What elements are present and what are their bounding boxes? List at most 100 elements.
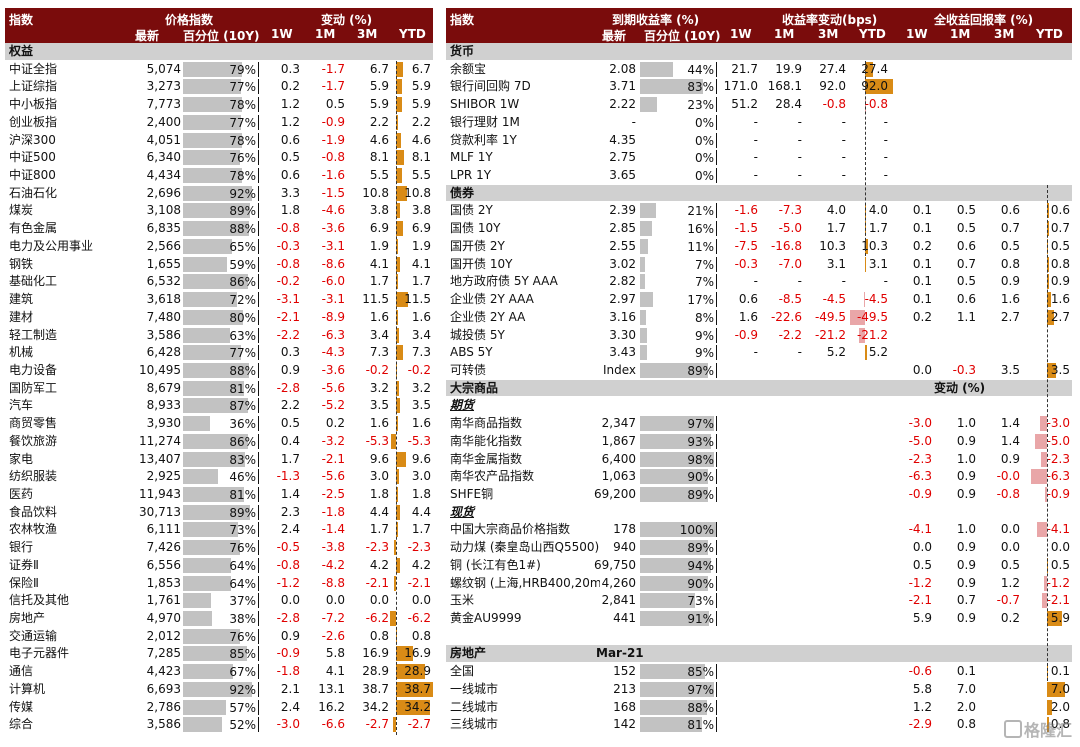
percentile-fill — [640, 274, 646, 290]
percentile-fill — [640, 345, 647, 361]
return-1m: 0.6 — [956, 292, 976, 307]
return-1w: -2.1 — [908, 593, 932, 608]
index-name: 国债 10Y — [450, 221, 501, 236]
index-name: 有色金属 — [9, 221, 58, 236]
yield-change-1m: -22.6 — [770, 309, 802, 324]
index-name: 国开债 2Y — [450, 238, 505, 253]
change-ytd: 3.5 — [411, 398, 431, 413]
change-1m: -7.2 — [321, 611, 345, 625]
index-name: 建筑 — [9, 292, 34, 307]
percentile-fill — [640, 61, 674, 77]
percentile-value: 87% — [229, 399, 256, 414]
percentile-value: 92% — [229, 682, 256, 697]
latest-value: 6,340 — [146, 150, 181, 165]
section-row: 房地产 Mar-21 — [446, 645, 1072, 664]
index-name: 上证综指 — [9, 79, 58, 94]
change-3m: 6.9 — [369, 221, 389, 236]
rates-row: 黄金AU9999 441 91% 5.9 0.9 0.2 5.9 — [446, 610, 1072, 628]
percentile-value: 94% — [687, 558, 714, 573]
yield-change-1w: 21.7 — [731, 61, 758, 76]
equity-row: 保险Ⅱ 1,853 64% -1.2 -8.8 -2.1 -2.1 — [5, 575, 433, 593]
equity-rows: 中证全指 5,074 79% 0.3 -1.7 6.7 6.7 上证综指 3,273 77% 0.2… — [5, 61, 433, 735]
index-name: 汽车 — [9, 398, 34, 413]
latest-value: 4,434 — [146, 168, 181, 183]
index-name: 动力煤 (秦皇岛山西Q5500) — [450, 540, 600, 555]
change-3m: 7.3 — [369, 345, 389, 360]
percentile-value: 83% — [687, 80, 714, 95]
return-1w: -6.3 — [908, 469, 932, 484]
index-name: 国开债 10Y — [450, 256, 513, 271]
rates-row: SHFE铜 69,200 89% -0.9 0.9 -0.8 -0.9 — [446, 486, 1072, 504]
yield-change-ytd: -49.5 — [856, 309, 888, 324]
percentile-value: 79% — [229, 62, 256, 77]
index-name: 银行 — [9, 540, 34, 555]
index-name: 房地产 — [9, 611, 46, 625]
percentile-bar: 36% — [183, 416, 259, 432]
percentile-value: 0% — [694, 133, 714, 148]
yield-change-1w: -1.6 — [734, 203, 758, 218]
section-label: 大宗商品 — [450, 380, 499, 395]
return-1m: 0.8 — [956, 717, 976, 732]
change-1m: -6.0 — [321, 274, 345, 289]
section-equity: 权益 — [5, 43, 433, 61]
index-name: 南华能化指数 — [450, 433, 523, 448]
rates-row: 贷款利率 1Y 4.35 0% - - - - — [446, 132, 1072, 150]
percentile-bar: 85% — [640, 664, 717, 680]
return-3m: 1.4 — [1000, 416, 1020, 431]
change-3m: 6.7 — [369, 61, 389, 76]
change-ytd: 28.9 — [404, 664, 431, 679]
latest-value: 8,933 — [146, 398, 181, 413]
index-name: 地方政府债 5Y AAA — [450, 274, 558, 289]
sub2-ytd-label: YTD — [1036, 27, 1063, 41]
yield-change-1m: -7.0 — [778, 256, 802, 271]
change-ytd: 1.6 — [411, 309, 431, 324]
return-ytd: -0.9 — [1046, 486, 1070, 501]
index-name: 轻工制造 — [9, 327, 58, 342]
return-1m: 0.1 — [956, 664, 976, 679]
return-1m: 0.5 — [956, 221, 976, 236]
change-1w: -3.1 — [276, 292, 300, 307]
percentile-value: 76% — [229, 151, 256, 166]
latest-value: 4,970 — [146, 611, 181, 625]
change-3m: 3.0 — [369, 469, 389, 484]
change-ytd: 5.5 — [411, 168, 431, 183]
return-3m: 1.2 — [1000, 575, 1020, 590]
percentile-fill — [640, 256, 646, 272]
yield-change-1m: - — [797, 345, 802, 360]
latest-value: 3,618 — [146, 292, 181, 307]
yield-change-3m: -0.8 — [822, 97, 846, 112]
latest-value: 178 — [613, 522, 636, 537]
percentile-value: 83% — [229, 452, 256, 467]
rates-row: 国债 10Y 2.85 16% -1.5 -5.0 1.7 1.7 0.1 0.5 0.7 0.7 — [446, 220, 1072, 238]
percentile-bar: 0% — [640, 114, 717, 130]
return-3m: 0.2 — [1000, 611, 1020, 625]
return-3m: 0.0 — [1000, 522, 1020, 537]
change-ytd: 3.0 — [411, 469, 431, 484]
change-1m: -5.2 — [321, 398, 345, 413]
change-1m: 5.8 — [325, 646, 345, 661]
col-change-label: 收益率变动(bps) — [782, 13, 878, 27]
return-1w: 0.0 — [912, 540, 932, 555]
percentile-bar: 17% — [640, 292, 717, 308]
index-name: 贷款利率 1Y — [450, 132, 517, 147]
return-3m: 0.0 — [1000, 540, 1020, 555]
equity-row: 计算机 6,693 92% 2.1 13.1 38.7 38.7 — [5, 681, 433, 699]
yield-change-3m: - — [841, 150, 846, 165]
yield-change-1m: - — [797, 114, 802, 129]
change-ytd: 5.9 — [411, 97, 431, 112]
percentile-bar: 92% — [183, 681, 259, 697]
percentile-bar: 67% — [183, 664, 259, 680]
percentile-bar: 63% — [183, 327, 259, 343]
percentile-value: 80% — [229, 310, 256, 325]
return-1w: -2.3 — [908, 451, 932, 466]
return-1m: 0.9 — [956, 540, 976, 555]
change-ytd: 0.0 — [411, 593, 431, 608]
percentile-value: 9% — [694, 328, 714, 343]
change-1w: -0.2 — [276, 274, 300, 289]
yield-change-3m: 4.0 — [826, 203, 846, 218]
percentile-fill — [183, 664, 234, 680]
return-3m: 0.7 — [1000, 221, 1020, 236]
latest-value: 7,426 — [146, 540, 181, 555]
change-1w: 1.2 — [280, 97, 300, 112]
return-3m: -0.0 — [996, 469, 1020, 484]
